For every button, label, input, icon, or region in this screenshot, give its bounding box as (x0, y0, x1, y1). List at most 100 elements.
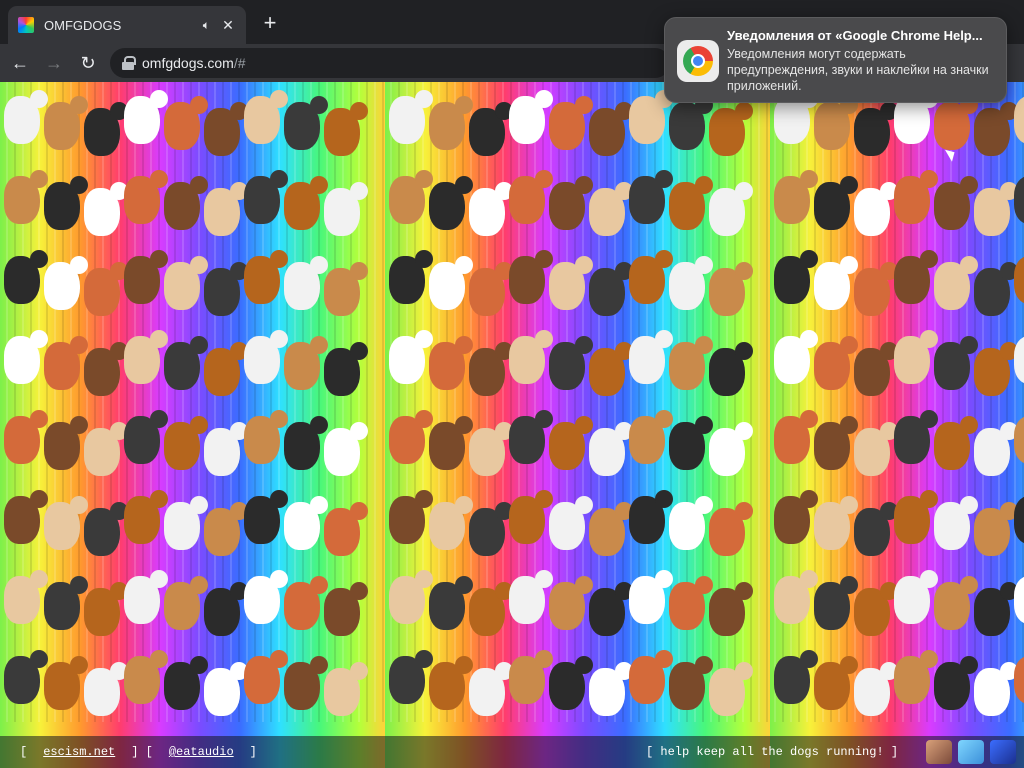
dog-sprite-icon (774, 90, 818, 144)
dog-sprite-icon (84, 102, 128, 156)
support-icons (926, 740, 1016, 764)
dog-sprite-icon (549, 416, 593, 470)
dog-sprite-icon (629, 410, 673, 464)
dog-sprite-icon (709, 502, 753, 556)
dog-sprite-icon (324, 502, 368, 556)
dog-sprite-icon (164, 416, 208, 470)
bracket-open: [ (20, 745, 28, 759)
dog-sprite-icon (669, 176, 713, 230)
help-dogs-link[interactable]: [ help keep all the dogs running! ] (646, 745, 898, 759)
dog-sprite-icon (629, 650, 673, 704)
reload-button[interactable]: ↻ (74, 49, 102, 77)
dog-sprite-icon (84, 662, 128, 716)
dog-sprite-icon (4, 330, 48, 384)
dog-sprite-icon (429, 496, 473, 550)
dog-sprite-icon (244, 570, 288, 624)
dog-sprite-icon (709, 262, 753, 316)
dog-sprite-icon (164, 96, 208, 150)
lock-icon[interactable] (122, 56, 136, 70)
dog-sprite-icon (124, 250, 168, 304)
dog-sprite-icon (204, 422, 248, 476)
dog-sprite-icon (469, 342, 513, 396)
dog-sprite-icon (894, 410, 938, 464)
dog-row (0, 482, 1024, 562)
dog-sprite-icon (709, 342, 753, 396)
dog-sprite-icon (589, 582, 633, 636)
dog-sprite-icon (1014, 656, 1024, 704)
dog-sprite-icon (469, 422, 513, 476)
dog-sprite-icon (814, 496, 858, 550)
escism-link[interactable]: escism.net (43, 745, 115, 759)
paypal-icon[interactable] (926, 740, 952, 764)
dog-sprite-icon (124, 90, 168, 144)
close-icon[interactable]: ✕ (220, 17, 236, 34)
bracket-mid: ] [ (131, 745, 153, 759)
dog-sprite-icon (389, 570, 433, 624)
dog-sprite-icon (709, 662, 753, 716)
tab-title: OMFGDOGS (44, 17, 122, 33)
dog-sprite-icon (244, 250, 288, 304)
dog-sprite-icon (814, 176, 858, 230)
dog-sprite-icon (84, 582, 128, 636)
dog-sprite-icon (774, 570, 818, 624)
dog-row (0, 642, 1024, 722)
dog-sprite-icon (629, 250, 673, 304)
dog-sprite-icon (44, 416, 88, 470)
dog-sprite-icon (509, 90, 553, 144)
dog-sprite-icon (669, 656, 713, 710)
dog-sprite-icon (894, 90, 938, 144)
tab-omfgdogs[interactable]: OMFGDOGS 🔈︎ ✕ (8, 6, 246, 44)
dog-sprite-icon (124, 650, 168, 704)
dog-sprite-icon (934, 496, 978, 550)
dog-sprite-icon (324, 662, 368, 716)
new-tab-button[interactable]: + (258, 12, 282, 36)
dog-sprite-icon (324, 582, 368, 636)
dog-sprite-icon (854, 502, 898, 556)
dog-sprite-icon (774, 410, 818, 464)
dog-sprite-icon (854, 262, 898, 316)
forward-button[interactable]: → (40, 49, 68, 77)
dog-sprite-icon (934, 416, 978, 470)
speaker-icon[interactable]: 🔈︎ (203, 18, 210, 33)
dog-sprite-icon (669, 336, 713, 390)
dog-sprite-icon (429, 336, 473, 390)
dog-sprite-icon (894, 330, 938, 384)
dog-sprite-icon (389, 410, 433, 464)
dog-sprite-icon (589, 502, 633, 556)
dog-sprite-icon (284, 96, 328, 150)
dog-sprite-icon (164, 576, 208, 630)
dog-sprite-icon (509, 330, 553, 384)
dog-sprite-icon (934, 176, 978, 230)
dog-sprite-icon (814, 96, 858, 150)
back-button[interactable]: ← (6, 49, 34, 77)
dog-sprite-icon (589, 182, 633, 236)
dog-row (0, 162, 1024, 242)
dog-sprite-icon (589, 262, 633, 316)
dog-sprite-icon (244, 330, 288, 384)
chrome-notification[interactable]: Уведомления от «Google Chrome Help... Ув… (664, 17, 1007, 103)
patreon-icon[interactable] (958, 740, 984, 764)
ko-fi-icon[interactable] (990, 740, 1016, 764)
dog-sprite-icon (934, 336, 978, 390)
dog-sprite-icon (44, 336, 88, 390)
dog-sprite-icon (629, 330, 673, 384)
dog-sprite-icon (1014, 496, 1024, 544)
dog-sprite-icon (44, 256, 88, 310)
notification-body: Уведомления могут содержать предупрежден… (727, 47, 989, 93)
dog-sprite-icon (1014, 176, 1024, 224)
dog-sprite-icon (4, 170, 48, 224)
dog-sprite-icon (1014, 416, 1024, 464)
dog-sprite-icon (164, 176, 208, 230)
dog-sprite-icon (4, 650, 48, 704)
dog-sprite-icon (324, 342, 368, 396)
eataudio-link[interactable]: @eataudio (169, 745, 234, 759)
address-bar[interactable]: omfgdogs.com/# (110, 48, 670, 78)
dog-sprite-icon (509, 650, 553, 704)
dog-sprite-icon (389, 330, 433, 384)
dog-sprite-icon (854, 582, 898, 636)
url-path: /# (233, 55, 246, 71)
dog-sprite-icon (814, 656, 858, 710)
dog-sprite-icon (774, 490, 818, 544)
dog-sprite-icon (629, 90, 673, 144)
dog-sprite-icon (709, 182, 753, 236)
